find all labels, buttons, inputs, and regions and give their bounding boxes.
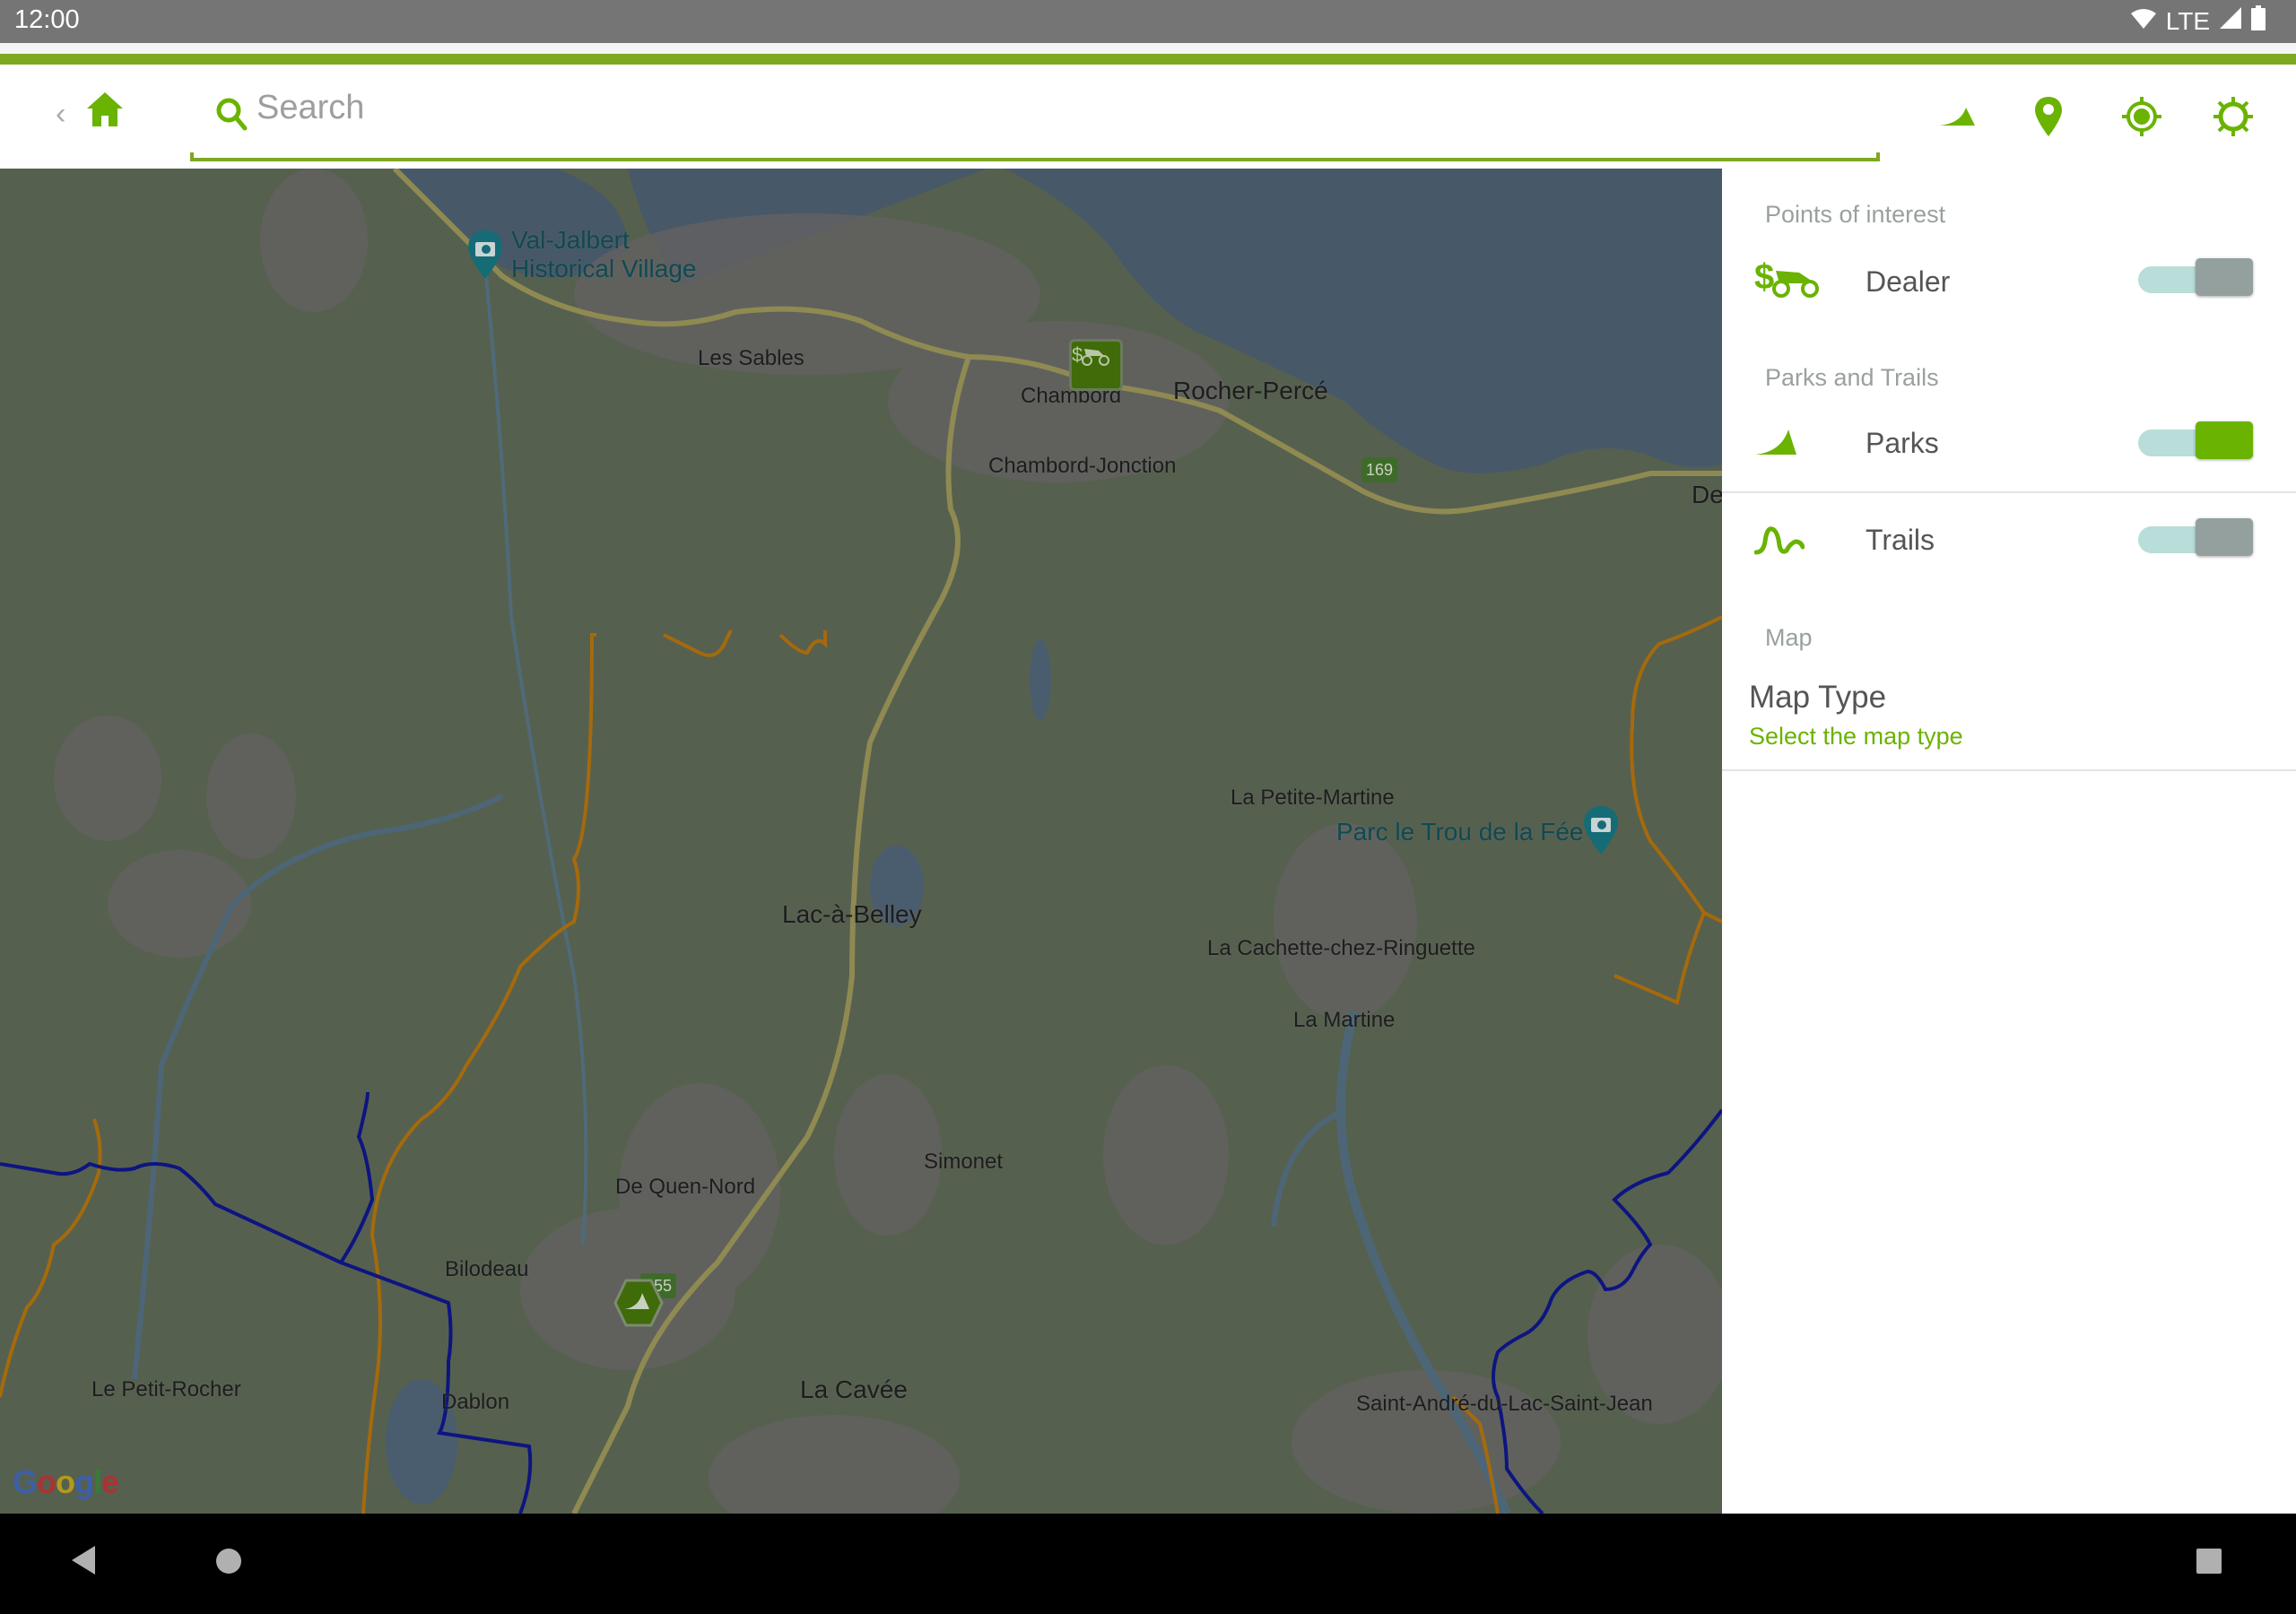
place-label: Le Petit-Rocher bbox=[91, 1377, 241, 1401]
dealer-motorcycle-icon: $ bbox=[1072, 343, 1109, 366]
chevron-left-icon[interactable]: ‹ bbox=[56, 97, 65, 132]
toolbar-top-spacer bbox=[0, 43, 2296, 54]
dealer-motorcycle-icon: $ bbox=[1754, 257, 1822, 304]
layers-panel: Points of interest $ Dealer Parks and Tr… bbox=[1722, 169, 2296, 1514]
place-label: La Petite-Martine bbox=[1231, 785, 1395, 810]
map-type-title: Map Type bbox=[1749, 680, 1887, 715]
park-hexagon-icon bbox=[613, 1279, 664, 1327]
dealer-toggle[interactable] bbox=[2138, 258, 2255, 299]
battery-icon bbox=[2251, 5, 2266, 37]
recents-nav-icon[interactable] bbox=[2196, 1548, 2222, 1579]
section-title: Parks and Trails bbox=[1765, 364, 1939, 391]
svg-text:$: $ bbox=[1754, 258, 1774, 297]
search-underline-left-tick bbox=[190, 152, 194, 161]
brand-accent-bar bbox=[0, 54, 2296, 65]
place-label: Lac-à-Belley bbox=[782, 900, 922, 928]
home-icon[interactable] bbox=[86, 91, 124, 132]
place-label: Les Sables bbox=[698, 346, 804, 370]
search-input[interactable] bbox=[255, 88, 1783, 128]
parks-icon[interactable] bbox=[1930, 90, 1984, 143]
place-label: Saint-André-du-Lac-Saint-Jean bbox=[1356, 1392, 1653, 1416]
layer-label: Parks bbox=[1866, 427, 1939, 459]
wifi-icon bbox=[2130, 7, 2157, 36]
svg-text:$: $ bbox=[1072, 343, 1083, 366]
poi-parc-trou-fee[interactable]: Parc le Trou de la Fée bbox=[1336, 806, 1618, 855]
divider bbox=[1722, 769, 2296, 771]
poi-label: Parc le Trou de la Fée bbox=[1336, 818, 1584, 846]
toggle-thumb[interactable] bbox=[2196, 258, 2253, 296]
settings-sun-icon[interactable] bbox=[2206, 90, 2260, 143]
place-label: De Quen-Nord bbox=[615, 1175, 756, 1199]
signal-icon bbox=[2219, 6, 2242, 36]
parks-icon bbox=[1754, 429, 1797, 460]
place-label: Des bbox=[1692, 481, 1722, 508]
route-shield: 169 bbox=[1361, 457, 1397, 482]
place-label: Chambord-Jonction bbox=[988, 454, 1177, 478]
section-title: Points of interest bbox=[1765, 201, 1946, 228]
status-bar: 12:00 LTE bbox=[0, 0, 2296, 43]
search-underline-right-tick bbox=[1876, 152, 1880, 161]
toolbar: ‹ bbox=[0, 65, 2296, 169]
place-label: Rocher-Percé bbox=[1173, 377, 1328, 404]
camera-pin-icon bbox=[1584, 806, 1618, 855]
parks-toggle[interactable] bbox=[2138, 421, 2255, 463]
place-label: La Cachette-chez-Ringuette bbox=[1207, 936, 1475, 960]
network-type: LTE bbox=[2165, 6, 2210, 35]
dealer-marker[interactable]: $ bbox=[1069, 339, 1123, 391]
river bbox=[483, 257, 588, 1245]
section-title: Map bbox=[1765, 624, 1813, 651]
toggle-thumb[interactable] bbox=[2196, 421, 2253, 459]
place-label: La Cavée bbox=[800, 1375, 908, 1403]
location-pin-icon[interactable] bbox=[2022, 90, 2075, 143]
place-label: Dablon bbox=[441, 1390, 510, 1414]
place-label: Bilodeau bbox=[445, 1257, 529, 1281]
trails-toggle[interactable] bbox=[2138, 518, 2255, 560]
map-type-subtitle: Select the map type bbox=[1749, 723, 1963, 750]
layer-label: Dealer bbox=[1866, 265, 1951, 298]
search-icon bbox=[215, 97, 249, 137]
search-field[interactable] bbox=[190, 65, 1880, 161]
home-nav-icon[interactable] bbox=[215, 1548, 242, 1579]
divider bbox=[1722, 491, 2296, 493]
toggle-thumb[interactable] bbox=[2196, 518, 2253, 556]
poi-label: Val-Jalbert Historical Village bbox=[511, 226, 697, 282]
system-nav-bar bbox=[0, 1514, 2296, 1614]
camera-pin-icon bbox=[468, 230, 502, 279]
layer-label: Trails bbox=[1866, 524, 1935, 556]
map-view[interactable]: Val-Jalbert Historical Village Parc le T… bbox=[0, 169, 1722, 1514]
trails-icon bbox=[1753, 525, 1805, 560]
status-time: 12:00 bbox=[14, 5, 80, 34]
river bbox=[1271, 1107, 1347, 1228]
back-nav-icon[interactable] bbox=[70, 1544, 97, 1581]
gps-locate-icon[interactable] bbox=[2115, 90, 2169, 143]
lake-water bbox=[1030, 639, 1051, 720]
google-attribution: Google bbox=[13, 1463, 119, 1500]
place-label: La Martine bbox=[1293, 1008, 1396, 1032]
place-label: Simonet bbox=[924, 1150, 1004, 1174]
